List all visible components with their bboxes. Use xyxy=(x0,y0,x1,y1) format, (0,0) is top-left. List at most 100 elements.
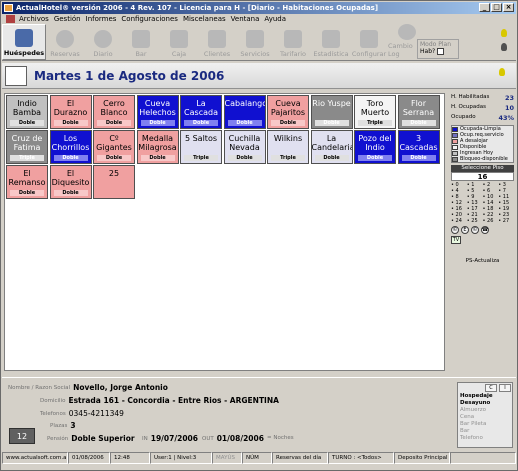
copyright2-icon[interactable]: © xyxy=(471,226,479,234)
toolbar-huespedes-button[interactable]: Huéspedes xyxy=(2,24,46,60)
room-type: Doble xyxy=(227,155,262,161)
room-name: Cerro Blanco xyxy=(100,99,128,117)
hab-checkbox[interactable] xyxy=(437,48,445,55)
guest-name: Novello, Jorge Antonio xyxy=(73,383,168,392)
services-icon xyxy=(246,30,264,48)
room-tile[interactable]: Toro Muerto Triple xyxy=(354,95,396,129)
room-tile[interactable]: Cº Gigantes Doble xyxy=(93,130,135,164)
room-tile[interactable]: Indio Bamba Doble xyxy=(6,95,48,129)
minimize-button[interactable]: _ xyxy=(479,3,490,12)
room-name: La Candelaria xyxy=(311,134,353,152)
toolbar-label: Clientes xyxy=(203,50,231,58)
room-tile[interactable]: Cerro Blanco Doble xyxy=(93,95,135,129)
floor-item[interactable]: • 24 xyxy=(451,218,467,224)
room-tile[interactable]: Cuchilla Nevada Doble xyxy=(223,130,266,164)
toolbar-bar-button[interactable]: Bar xyxy=(122,24,160,60)
menu-configuraciones[interactable]: Configuraciones xyxy=(121,15,178,23)
room-tile[interactable]: El Remanso Doble xyxy=(6,165,48,199)
guest-out-date: 01/08/2006 xyxy=(216,434,264,443)
toolbar-servicios-button[interactable]: Servicios xyxy=(236,24,274,60)
room-type: Doble xyxy=(314,155,349,161)
toolbar-tarifario-button[interactable]: Tarifario xyxy=(274,24,312,60)
room-grid: Indio Bamba Doble El Durazno Doble Cerro Bla… xyxy=(4,93,445,371)
room-name: Cruz de Fatima xyxy=(11,134,43,152)
stat-label: H. Ocupadas xyxy=(451,104,486,110)
doc-menu-icon[interactable] xyxy=(6,15,15,23)
room-type: Doble xyxy=(97,120,131,126)
room-tile[interactable]: Los Chorrillos Doble xyxy=(49,130,92,164)
right-panel: H. Habilitadas 23 H. Ocupadas 10 Ocupado 43… xyxy=(449,93,516,371)
toolbar-label: Bar xyxy=(135,50,147,58)
reservations-icon xyxy=(56,30,74,48)
room-tile[interactable]: El Durazno Doble xyxy=(49,95,92,129)
room-tile[interactable]: Wilkins Triple xyxy=(267,130,309,164)
e-icon[interactable]: E xyxy=(461,226,469,234)
lightbulb-off-icon[interactable] xyxy=(501,43,507,51)
menu-archivos[interactable]: Archivos xyxy=(19,15,49,23)
room-tile[interactable]: Cabalango Doble xyxy=(223,95,266,129)
room-tile[interactable]: Flor Serrana Doble xyxy=(397,95,440,129)
i-button[interactable]: I xyxy=(499,384,511,392)
c-button[interactable]: C xyxy=(485,384,497,392)
room-tile[interactable]: La Candelaria Doble xyxy=(310,130,353,164)
hab-label: Hab? xyxy=(420,48,436,55)
room-name: Cueva Helechos xyxy=(139,99,176,117)
menu-informes[interactable]: Informes xyxy=(86,15,117,23)
toolbar-caja-button[interactable]: Caja xyxy=(160,24,198,60)
room-tile[interactable]: Cruz de Fatima Triple xyxy=(6,130,48,164)
room-name: 25 xyxy=(108,169,120,178)
close-button[interactable]: × xyxy=(503,3,514,12)
lightbulb-icon[interactable] xyxy=(499,68,505,76)
room-name: Cº Gigantes xyxy=(96,134,132,152)
maximize-button[interactable]: □ xyxy=(491,3,502,12)
toolbar-clientes-button[interactable]: Clientes xyxy=(198,24,236,60)
room-name: Rio Yuspe xyxy=(312,99,351,108)
room-name: 3 Cascadas xyxy=(399,134,438,152)
lightbulb-on-icon[interactable] xyxy=(501,29,507,37)
status-num: NÚM xyxy=(242,452,272,464)
room-tile[interactable]: Medalla Milagrosa Doble xyxy=(136,130,179,164)
title-bar: ActualHotel® versión 2006 - 4 Rev. 107 -… xyxy=(2,2,516,14)
room-tile[interactable]: 5 Saltos Triple xyxy=(180,130,222,164)
status-reservas: Reservas del día xyxy=(272,452,328,464)
toolbar-configurar-button[interactable]: Configurar xyxy=(350,24,388,60)
floor-item[interactable]: • 26 xyxy=(483,218,499,224)
menu-ayuda[interactable]: Ayuda xyxy=(264,15,286,23)
floor-select-value[interactable]: 16 xyxy=(451,172,514,181)
in-label: IN xyxy=(142,435,148,442)
current-date-title: Martes 1 de Agosto de 2006 xyxy=(34,69,225,83)
room-tile[interactable]: Rio Yuspe Doble xyxy=(310,95,353,129)
clock-icon[interactable] xyxy=(5,66,27,86)
guest-address: Estrada 161 - Concordia - Entre Rios - A… xyxy=(68,396,279,405)
room-tile[interactable]: Cueva Helechos Doble xyxy=(136,95,179,129)
room-type: Triple xyxy=(184,155,218,161)
room-tile[interactable]: Pozo del Indio Doble xyxy=(354,130,396,164)
room-tile[interactable]: 3 Cascadas Doble xyxy=(397,130,440,164)
app-window: ActualHotel® versión 2006 - 4 Rev. 107 -… xyxy=(0,0,518,471)
copyright-icon[interactable]: © xyxy=(451,226,459,234)
room-tile[interactable]: La Cascada Doble xyxy=(180,95,222,129)
menu-ventana[interactable]: Ventana xyxy=(231,15,260,23)
stat-ocupado: Ocupado 43% xyxy=(449,113,516,123)
floor-item[interactable]: • 25 xyxy=(467,218,483,224)
toolbar-label: Configurar xyxy=(351,50,387,58)
status-mayus: MAYÚS xyxy=(212,452,242,464)
menu-miscelaneas[interactable]: Miscelaneas xyxy=(183,15,226,23)
phone-icon[interactable]: ☎ xyxy=(481,226,489,234)
right-icons: © E © ☎ xyxy=(451,226,514,234)
room-tile[interactable]: Cueva Pajaritos Doble xyxy=(267,95,309,129)
toolbar-label: Huéspedes xyxy=(3,49,45,57)
menu-gestion[interactable]: Gestión xyxy=(54,15,81,23)
tv-icon[interactable]: TV xyxy=(451,236,461,244)
floor-item[interactable]: • 27 xyxy=(498,218,514,224)
room-tile[interactable]: 25 xyxy=(93,165,135,199)
room-type: Triple xyxy=(358,120,392,126)
room-tile[interactable]: El Diquesito Doble xyxy=(49,165,92,199)
ps-actualiza-label[interactable]: PS-Actualiza xyxy=(449,258,516,264)
room-name: Medalla Milagrosa xyxy=(138,134,177,152)
toolbar-estadistica-button[interactable]: Estadística xyxy=(312,24,350,60)
room-type: Triple xyxy=(10,155,44,161)
toolbar-label: Servicios xyxy=(240,50,270,58)
toolbar-diario-button[interactable]: Diario xyxy=(84,24,122,60)
toolbar-reservas-button[interactable]: Reservas xyxy=(46,24,84,60)
